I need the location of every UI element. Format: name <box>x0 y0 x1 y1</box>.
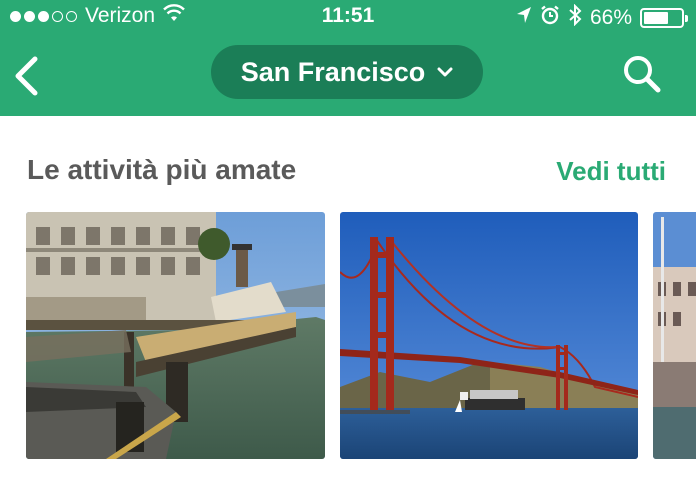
battery-icon <box>640 8 688 28</box>
waterfront-pier-photo <box>653 212 696 459</box>
alarm-icon <box>540 5 560 31</box>
city-label: San Francisco <box>240 56 426 87</box>
search-icon <box>624 56 661 93</box>
status-bar: Verizon 11:51 66% <box>0 0 696 34</box>
alcatraz-pier-photo <box>26 212 325 459</box>
city-selector[interactable]: San Francisco <box>211 45 483 99</box>
battery-percent: 66% <box>589 6 632 29</box>
top-bar: Verizon 11:51 66% San Francisco <box>0 0 696 116</box>
search-button[interactable] <box>620 52 664 96</box>
golden-gate-bridge-photo <box>340 212 638 459</box>
see-all-link[interactable]: Vedi tutti <box>556 156 666 187</box>
activity-card[interactable] <box>26 212 325 459</box>
section-title: Le attività più amate <box>27 154 297 185</box>
chevron-down-icon <box>437 67 453 77</box>
location-arrow-icon <box>516 6 532 30</box>
activity-card[interactable] <box>340 212 638 459</box>
activity-card[interactable] <box>653 212 696 459</box>
back-button[interactable] <box>8 54 44 98</box>
chevron-left-icon <box>15 56 38 96</box>
bluetooth-icon <box>568 3 582 32</box>
activity-carousel[interactable] <box>0 212 696 460</box>
